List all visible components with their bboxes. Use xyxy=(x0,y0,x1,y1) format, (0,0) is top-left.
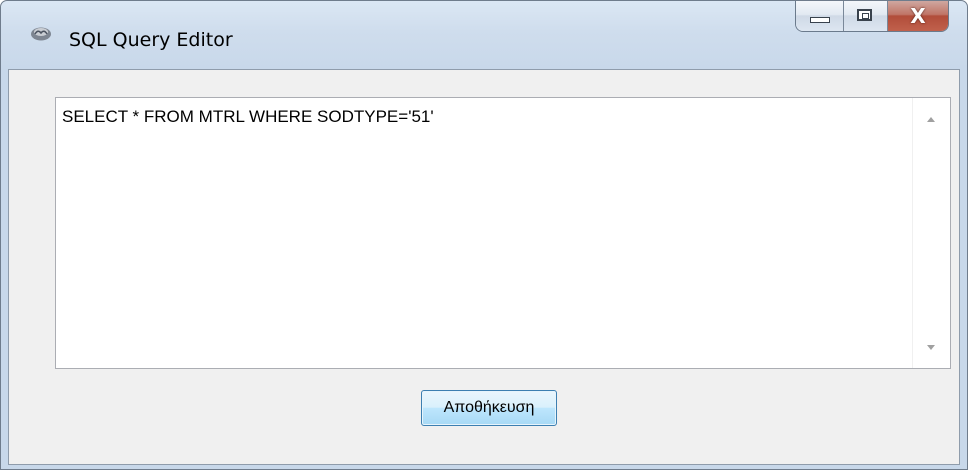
client-area: SELECT * FROM MTRL WHERE SODTYPE='51' Απ… xyxy=(8,69,960,465)
maximize-button[interactable] xyxy=(844,1,888,31)
vertical-scrollbar[interactable] xyxy=(912,98,950,368)
title-bar[interactable]: SQL Query Editor X xyxy=(1,1,967,69)
sql-query-text[interactable]: SELECT * FROM MTRL WHERE SODTYPE='51' xyxy=(62,107,434,127)
sql-query-editor-window: SQL Query Editor X SELECT * FROM MTRL WH… xyxy=(0,0,968,470)
scroll-up-arrow-icon[interactable] xyxy=(927,117,935,122)
scroll-down-arrow-icon[interactable] xyxy=(927,345,935,350)
save-button[interactable]: Αποθήκευση xyxy=(421,390,557,426)
minimize-icon xyxy=(810,17,830,23)
close-button[interactable]: X xyxy=(888,1,948,31)
close-icon: X xyxy=(910,4,926,28)
minimize-button[interactable] xyxy=(796,1,844,31)
sql-query-textarea[interactable]: SELECT * FROM MTRL WHERE SODTYPE='51' xyxy=(55,97,951,369)
window-title: SQL Query Editor xyxy=(69,29,233,51)
caption-buttons: X xyxy=(795,1,949,32)
app-icon xyxy=(31,27,51,41)
maximize-icon xyxy=(857,9,872,21)
